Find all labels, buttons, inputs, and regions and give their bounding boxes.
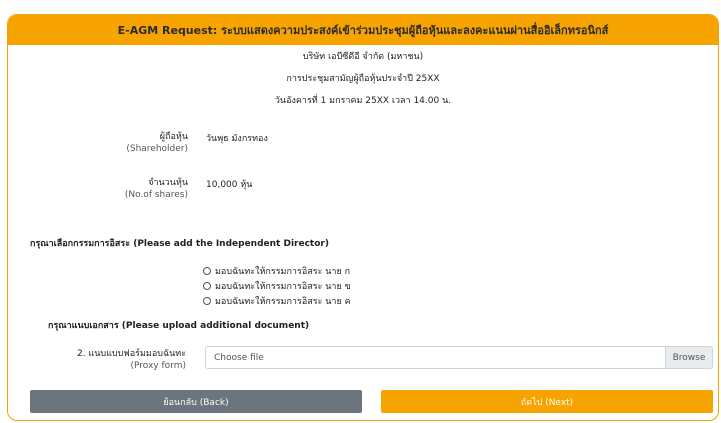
radio-icon[interactable] bbox=[203, 267, 211, 275]
shareholder-label: ผู้ถือหุ้น (Shareholder) bbox=[100, 131, 188, 155]
browse-button[interactable]: Browse bbox=[665, 347, 712, 368]
back-button[interactable]: ย้อนกลับ (Back) bbox=[30, 390, 362, 413]
page-header: E-AGM Request: ระบบแสดงความประสงค์เข้าร่… bbox=[8, 15, 718, 45]
proxy-file-input[interactable]: Choose file Browse bbox=[205, 346, 713, 369]
shares-label: จำนวนหุ้น (No.of shares) bbox=[100, 177, 188, 201]
shares-label-th: จำนวนหุ้น bbox=[148, 178, 188, 188]
company-name: บริษัท เอบีซีดีอี จำกัด (มหาชน) bbox=[302, 52, 424, 62]
next-button[interactable]: ถัดไป (Next) bbox=[381, 390, 713, 413]
director-option-1[interactable]: มอบฉันทะให้กรรมการอิสระ นาย ก bbox=[203, 264, 350, 278]
shareholder-value: วันพุธ มังกรทอง bbox=[206, 134, 268, 144]
director-option-2[interactable]: มอบฉันทะให้กรรมการอิสระ นาย ข bbox=[203, 279, 351, 293]
director-option-3[interactable]: มอบฉันทะให้กรรมการอิสระ นาย ค bbox=[203, 294, 351, 308]
page-title: E-AGM Request: ระบบแสดงความประสงค์เข้าร่… bbox=[117, 24, 609, 37]
shareholder-label-th: ผู้ถือหุ้น bbox=[159, 132, 188, 142]
director-option-label: มอบฉันทะให้กรรมการอิสระ นาย ข bbox=[215, 282, 351, 292]
director-section-title: กรุณาเลือกกรรมการอิสระ (Please add the I… bbox=[30, 239, 329, 249]
radio-icon[interactable] bbox=[203, 282, 211, 290]
proxy-form-label: 2. แนบแบบฟอร์มมอบฉันทะ (Proxy form) bbox=[60, 348, 186, 372]
upload-section-title: กรุณาแนบเอกสาร (Please upload additional… bbox=[48, 321, 310, 331]
meeting-name: การประชุมสามัญผู้ถือหุ้นประจำปี 25XX bbox=[286, 74, 440, 84]
proxy-form-label-en: (Proxy form) bbox=[130, 361, 186, 371]
file-input-placeholder[interactable]: Choose file bbox=[206, 347, 665, 368]
director-option-label: มอบฉันทะให้กรรมการอิสระ นาย ก bbox=[215, 267, 351, 277]
director-option-label: มอบฉันทะให้กรรมการอิสระ นาย ค bbox=[215, 297, 351, 307]
shares-value: 10,000 หุ้น bbox=[206, 180, 253, 190]
shares-label-en: (No.of shares) bbox=[124, 190, 188, 200]
radio-icon[interactable] bbox=[203, 297, 211, 305]
shareholder-label-en: (Shareholder) bbox=[126, 144, 188, 154]
meeting-date: วันอังคารที่ 1 มกราคม 25XX เวลา 14.00 น. bbox=[274, 96, 452, 106]
proxy-form-label-th: 2. แนบแบบฟอร์มมอบฉันทะ bbox=[77, 349, 186, 359]
